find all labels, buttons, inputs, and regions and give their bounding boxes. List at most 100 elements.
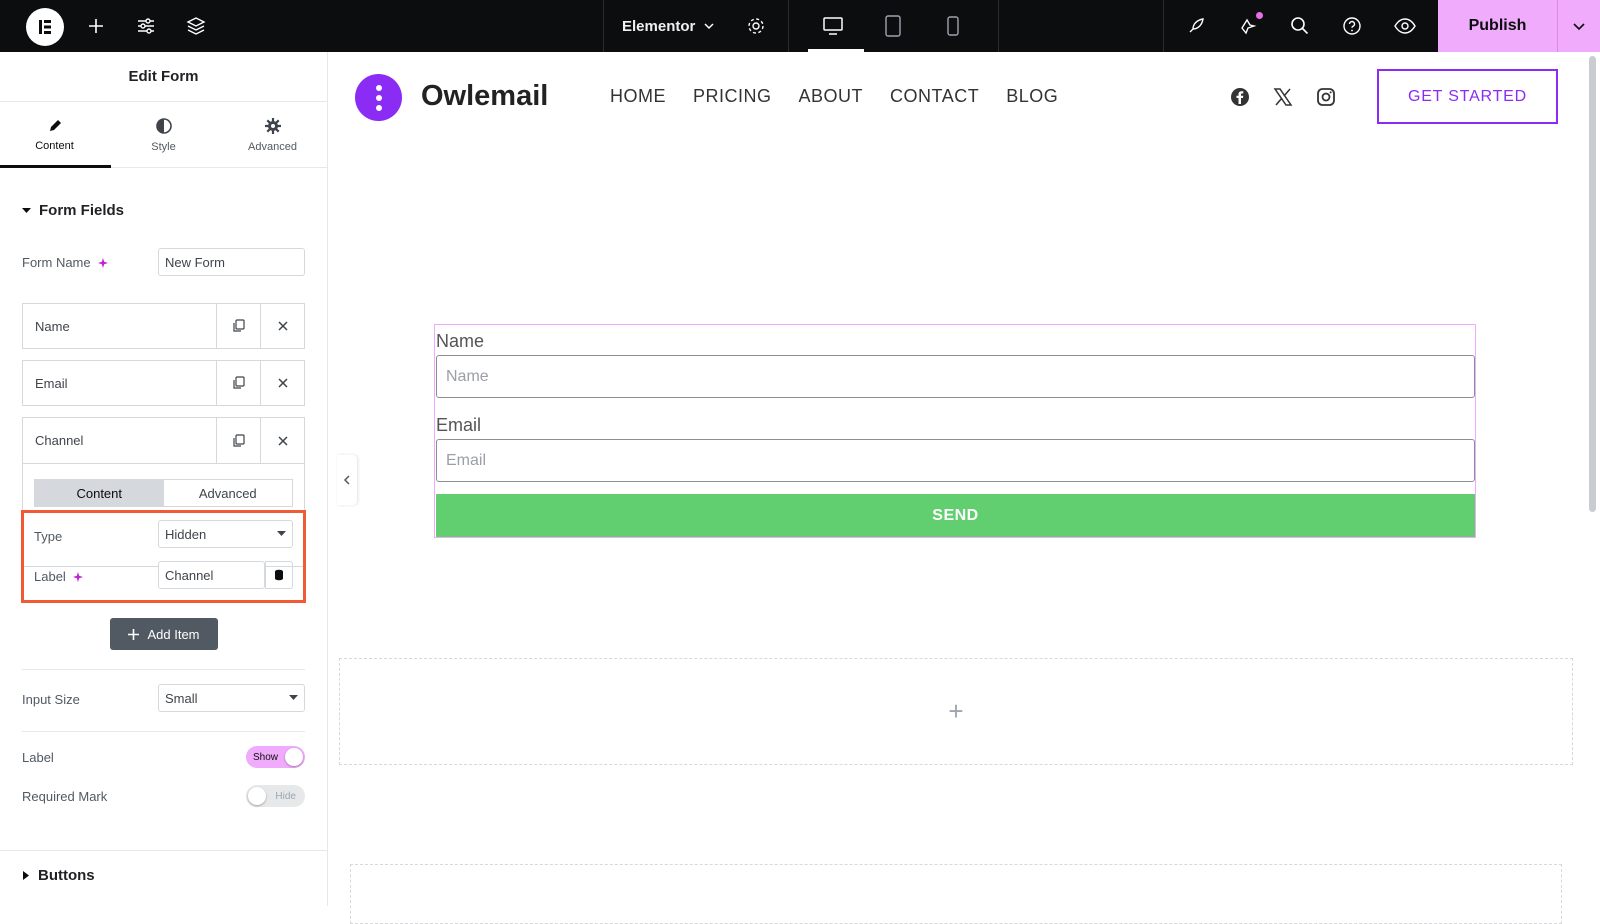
site-settings-dropdown[interactable]: Elementor [622, 0, 715, 52]
empty-section[interactable] [350, 864, 1562, 924]
duplicate-icon[interactable] [216, 304, 260, 348]
name-input[interactable]: Name [436, 355, 1475, 398]
caret-right-icon [22, 871, 30, 880]
label-toggle-label: Label [22, 750, 54, 765]
panel-tabs: Content Style Advanced [0, 102, 327, 168]
get-started-button[interactable]: GET STARTED [1377, 69, 1558, 124]
form-name-label-row: Form Name [22, 255, 109, 270]
chevron-left-icon [343, 475, 351, 485]
add-section-plus[interactable]: + [948, 696, 963, 727]
canvas-scrollbar[interactable] [1589, 56, 1596, 512]
tab-advanced[interactable]: Advanced [218, 102, 327, 167]
panel-title: Edit Form [0, 52, 327, 102]
help-icon[interactable] [1340, 14, 1364, 38]
ai-sparkle-icon[interactable] [97, 257, 109, 269]
toggle-state-label: Show [253, 751, 279, 763]
repeater-item-header[interactable]: Channel [23, 418, 304, 464]
eye-icon[interactable] [1393, 14, 1417, 38]
tab-style[interactable]: Style [109, 102, 218, 167]
close-icon[interactable] [260, 304, 304, 348]
toggle-knob [248, 787, 266, 805]
section-divider [0, 850, 328, 851]
editor-topbar: Elementor Publish [0, 0, 1600, 52]
site-brand-name[interactable]: Owlemail [421, 80, 548, 113]
form-fields-title: Form Fields [39, 202, 125, 219]
divider [22, 731, 305, 732]
topbar-divider [998, 0, 999, 52]
duplicate-icon[interactable] [216, 418, 260, 463]
nav-contact[interactable]: CONTACT [890, 86, 979, 107]
type-label: Type [34, 529, 63, 544]
sliders-icon[interactable] [134, 14, 158, 38]
plus-icon [128, 628, 140, 640]
search-icon[interactable] [1288, 14, 1312, 38]
label-label: Label [34, 569, 66, 584]
facebook-icon[interactable] [1229, 86, 1251, 108]
close-icon[interactable] [260, 361, 304, 405]
contrast-icon [155, 117, 173, 135]
mobile-icon[interactable] [941, 14, 965, 38]
ai-sparkle-icon[interactable] [72, 571, 84, 583]
form-name-input[interactable]: New Form [158, 248, 305, 276]
topbar-divider [603, 0, 604, 52]
form-fields-section-toggle[interactable]: Form Fields [22, 202, 124, 219]
repeater-item-title[interactable]: Email [23, 361, 216, 405]
label-label-row: Label [34, 569, 84, 584]
toggle-knob [285, 748, 303, 766]
caret-down-icon [289, 695, 298, 701]
form-name-field-label: Name [436, 331, 485, 351]
layers-icon[interactable] [184, 14, 208, 38]
inner-tab-content[interactable]: Content [35, 480, 164, 506]
elementor-logo-icon[interactable] [26, 8, 64, 46]
instagram-icon[interactable] [1315, 86, 1337, 108]
repeater-item-name[interactable]: Name [22, 303, 305, 349]
gear-icon[interactable] [744, 14, 768, 38]
inner-tab-advanced[interactable]: Advanced [164, 480, 293, 506]
label-input[interactable]: Channel [158, 561, 265, 589]
tab-style-label: Style [151, 140, 176, 153]
label-show-toggle[interactable]: Show [246, 746, 305, 768]
tab-advanced-label: Advanced [248, 140, 297, 153]
collapse-panel-button[interactable] [337, 455, 357, 505]
active-tab-indicator [0, 165, 111, 168]
nav-blog[interactable]: BLOG [1006, 86, 1058, 107]
dynamic-tags-icon[interactable] [265, 561, 293, 589]
nav-home[interactable]: HOME [610, 86, 666, 107]
repeater-item-email[interactable]: Email [22, 360, 305, 406]
duplicate-icon[interactable] [216, 361, 260, 405]
buttons-section-toggle[interactable]: Buttons [22, 867, 95, 884]
required-mark-label: Required Mark [22, 789, 108, 804]
repeater-item-title[interactable]: Name [23, 304, 216, 348]
notification-dot [1256, 12, 1263, 19]
required-mark-toggle[interactable]: Hide [246, 785, 305, 807]
type-select-value: Hidden [165, 526, 207, 542]
nav-about[interactable]: ABOUT [799, 86, 864, 107]
topbar-divider [1163, 0, 1164, 52]
add-item-label: Add Item [147, 626, 200, 642]
chevron-down-icon [703, 20, 715, 32]
repeater-item-title[interactable]: Channel [23, 418, 216, 463]
tablet-icon[interactable] [881, 14, 905, 38]
tab-content-label: Content [35, 139, 74, 152]
site-logo[interactable] [355, 74, 402, 121]
add-section-area[interactable]: + [339, 658, 1573, 765]
plus-icon[interactable] [84, 14, 108, 38]
chevron-down-icon [1572, 19, 1586, 33]
type-select[interactable]: Hidden [158, 520, 293, 548]
desktop-icon[interactable] [821, 14, 845, 38]
send-button[interactable]: SEND [436, 494, 1475, 537]
publish-button[interactable]: Publish [1438, 0, 1557, 52]
buttons-section-title: Buttons [38, 867, 95, 884]
rocket-icon[interactable] [1184, 14, 1208, 38]
add-item-button[interactable]: Add Item [110, 618, 218, 650]
tab-content[interactable]: Content [0, 102, 109, 167]
input-size-select[interactable]: Small [158, 684, 305, 712]
close-icon[interactable] [260, 418, 304, 463]
input-size-label: Input Size [22, 692, 80, 707]
nav-pricing[interactable]: PRICING [693, 86, 772, 107]
topbar-divider [788, 0, 789, 52]
input-size-value: Small [165, 690, 198, 706]
email-input[interactable]: Email [436, 439, 1475, 482]
publish-options-button[interactable] [1557, 0, 1600, 52]
x-icon[interactable] [1272, 86, 1294, 108]
